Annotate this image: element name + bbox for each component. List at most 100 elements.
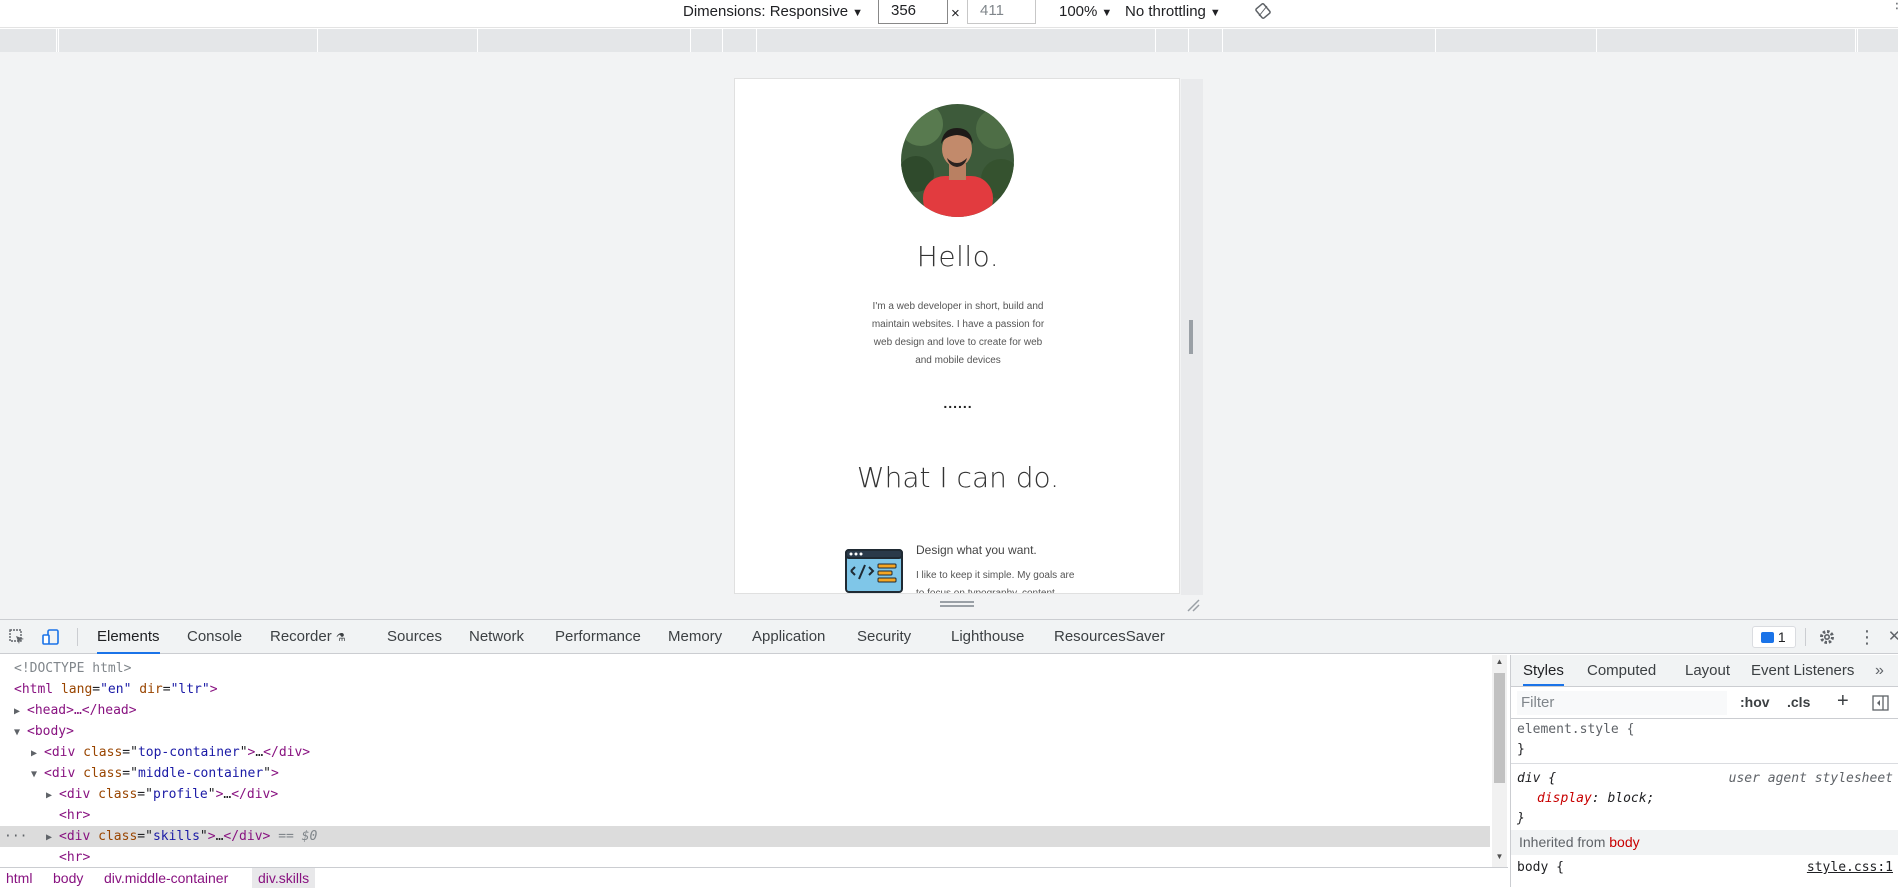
inspect-element-icon[interactable] [8, 628, 26, 646]
dom-head[interactable]: ▶ <head>…</head> [14, 700, 137, 721]
breadcrumb-html[interactable]: html [6, 868, 32, 888]
dom-html[interactable]: <html lang="en" dir="ltr"> [14, 679, 218, 700]
div-ua-rule: div {user agent stylesheet display: bloc… [1517, 771, 1893, 826]
tab-styles[interactable]: Styles [1523, 655, 1564, 686]
devtools-tabbar: Elements Console Recorder ⚗ Sources Netw… [0, 619, 1898, 654]
dom-body[interactable]: ▼ <body> [14, 721, 74, 742]
breadcrumb-body[interactable]: body [53, 868, 83, 888]
tab-sources[interactable]: Sources [387, 620, 442, 654]
skill-description: I like to keep it simple. My goals are t… [916, 570, 1075, 594]
head-tag: <head>…</head> [27, 703, 137, 718]
tab-event-listeners[interactable]: Event Listeners [1751, 655, 1854, 686]
tab-memory[interactable]: Memory [668, 620, 722, 654]
width-input[interactable]: 356 [878, 0, 948, 24]
resize-handle-bottom[interactable] [940, 601, 974, 607]
resize-handle-corner-icon[interactable] [1186, 598, 1200, 612]
stylesheet-link[interactable]: style.css:1 [1807, 858, 1893, 878]
height-input[interactable]: 411 [967, 0, 1036, 24]
tab-network[interactable]: Network [469, 620, 524, 654]
expand-caret-icon[interactable]: ▶ [14, 701, 27, 722]
skills-heading: What I can do. [856, 461, 1060, 494]
collapse-caret-icon[interactable]: ▼ [31, 764, 44, 785]
intro-text: I'm a web developer in short, build and … [871, 301, 1045, 366]
styles-filter-input[interactable]: Filter [1517, 691, 1727, 715]
tab-layout[interactable]: Layout [1685, 655, 1730, 686]
tab-security[interactable]: Security [857, 620, 911, 654]
dom-profile[interactable]: ▶ <div class="profile">…</div> [46, 784, 278, 805]
tab-recorder-label: Recorder [270, 628, 332, 645]
dom-middle-container[interactable]: ▼ <div class="middle-container"> [31, 763, 279, 784]
media-query-ruler [0, 29, 1898, 52]
more-tabs-icon[interactable]: » [1875, 655, 1884, 686]
close-brace: } [1517, 811, 1525, 826]
body-selector[interactable]: body { [1517, 860, 1564, 875]
scroll-down-icon[interactable]: ▼ [1494, 852, 1505, 861]
dom-node-menu-icon[interactable]: ··· [0, 826, 46, 847]
expand-caret-icon[interactable]: ▶ [46, 827, 59, 848]
flask-icon: ⚗ [335, 632, 346, 644]
settings-gear-icon[interactable] [1818, 628, 1836, 646]
expand-caret-icon[interactable]: ▶ [46, 785, 59, 806]
attr-name: dir [139, 682, 163, 697]
hr-tag: <hr> [59, 808, 91, 823]
breadcrumb-middle-container[interactable]: div.middle-container [104, 868, 228, 888]
dom-doctype[interactable]: <!DOCTYPE html> [14, 658, 131, 679]
body-rule: body { style.css:1 [1511, 858, 1898, 883]
code-window-icon [845, 549, 903, 593]
times-separator: × [951, 5, 960, 22]
hover-state-toggle[interactable]: :hov [1740, 694, 1770, 710]
emulated-page: Hello. I'm a web developer in short, bui… [734, 78, 1180, 594]
tab-computed[interactable]: Computed [1587, 655, 1656, 686]
dom-skills-selected[interactable]: ··· ▶ <div class="skills">…</div> == $0 [0, 826, 1490, 847]
tab-resourcessaver[interactable]: ResourcesSaver [1054, 620, 1165, 654]
inherited-source[interactable]: body [1609, 834, 1639, 850]
css-property-value[interactable]: block; [1607, 791, 1654, 806]
device-canvas: Hello. I'm a web developer in short, bui… [0, 52, 1898, 619]
resize-handle-right[interactable] [1189, 320, 1193, 354]
dotted-divider: ...... [943, 395, 973, 411]
collapse-caret-icon[interactable]: ▼ [14, 722, 27, 743]
dom-scrollbar-thumb[interactable] [1494, 673, 1505, 783]
messages-badge[interactable]: 1 [1752, 626, 1796, 648]
scroll-up-icon[interactable]: ▲ [1494, 657, 1505, 666]
attr-value: "en" [100, 682, 132, 697]
html-tag: html [21, 682, 54, 697]
profile-photo [901, 104, 1014, 217]
tab-recorder[interactable]: Recorder ⚗ [270, 620, 346, 654]
device-toggle-icon[interactable] [42, 628, 60, 646]
tab-elements[interactable]: Elements [97, 620, 160, 654]
element-style-selector[interactable]: element.style { [1517, 722, 1634, 737]
styles-sidebar: Styles Computed Layout Event Listeners »… [1510, 655, 1898, 887]
inherited-header: Inherited from body [1511, 830, 1898, 855]
css-property-name[interactable]: display [1537, 791, 1592, 806]
dimensions-dropdown[interactable]: Dimensions: Responsive ▼ [683, 0, 863, 24]
toggle-sidebar-icon[interactable] [1872, 695, 1889, 711]
class-value: profile [152, 787, 208, 802]
dom-top-container[interactable]: ▶ <div class="top-container">…</div> [31, 742, 310, 763]
doctype-text: <!DOCTYPE html> [14, 661, 132, 676]
zoom-label: 100% [1059, 3, 1098, 20]
breadcrumb-skills[interactable]: div.skills [252, 868, 316, 888]
zoom-dropdown[interactable]: 100% ▼ [1059, 0, 1112, 24]
throttling-dropdown[interactable]: No throttling ▼ [1125, 0, 1221, 24]
devtools-more-icon[interactable]: ⋮ [1858, 620, 1876, 654]
skill-title: Design what you want. [916, 543, 1037, 557]
add-rule-icon[interactable]: + [1837, 690, 1849, 713]
rotate-icon[interactable] [1254, 2, 1272, 20]
attr-name: lang [60, 682, 93, 697]
close-icon[interactable]: ✕ [1888, 620, 1898, 654]
div-selector[interactable]: div { [1517, 771, 1556, 786]
dom-hr[interactable]: <hr> [59, 805, 90, 826]
body-tag: <body> [27, 724, 74, 739]
expand-caret-icon[interactable]: ▶ [31, 743, 44, 764]
styles-filter-row: Filter :hov .cls + [1511, 687, 1898, 719]
tab-application[interactable]: Application [752, 620, 825, 654]
breadcrumb: html body div.middle-container div.skill… [0, 867, 1508, 888]
tab-lighthouse[interactable]: Lighthouse [951, 620, 1024, 654]
class-value: skills [152, 829, 200, 844]
tab-performance[interactable]: Performance [555, 620, 641, 654]
class-toggle[interactable]: .cls [1787, 694, 1810, 710]
more-options-icon[interactable]: ⋮ [1890, 0, 1898, 20]
tab-console[interactable]: Console [187, 620, 242, 654]
dom-hr[interactable]: <hr> [59, 847, 90, 868]
